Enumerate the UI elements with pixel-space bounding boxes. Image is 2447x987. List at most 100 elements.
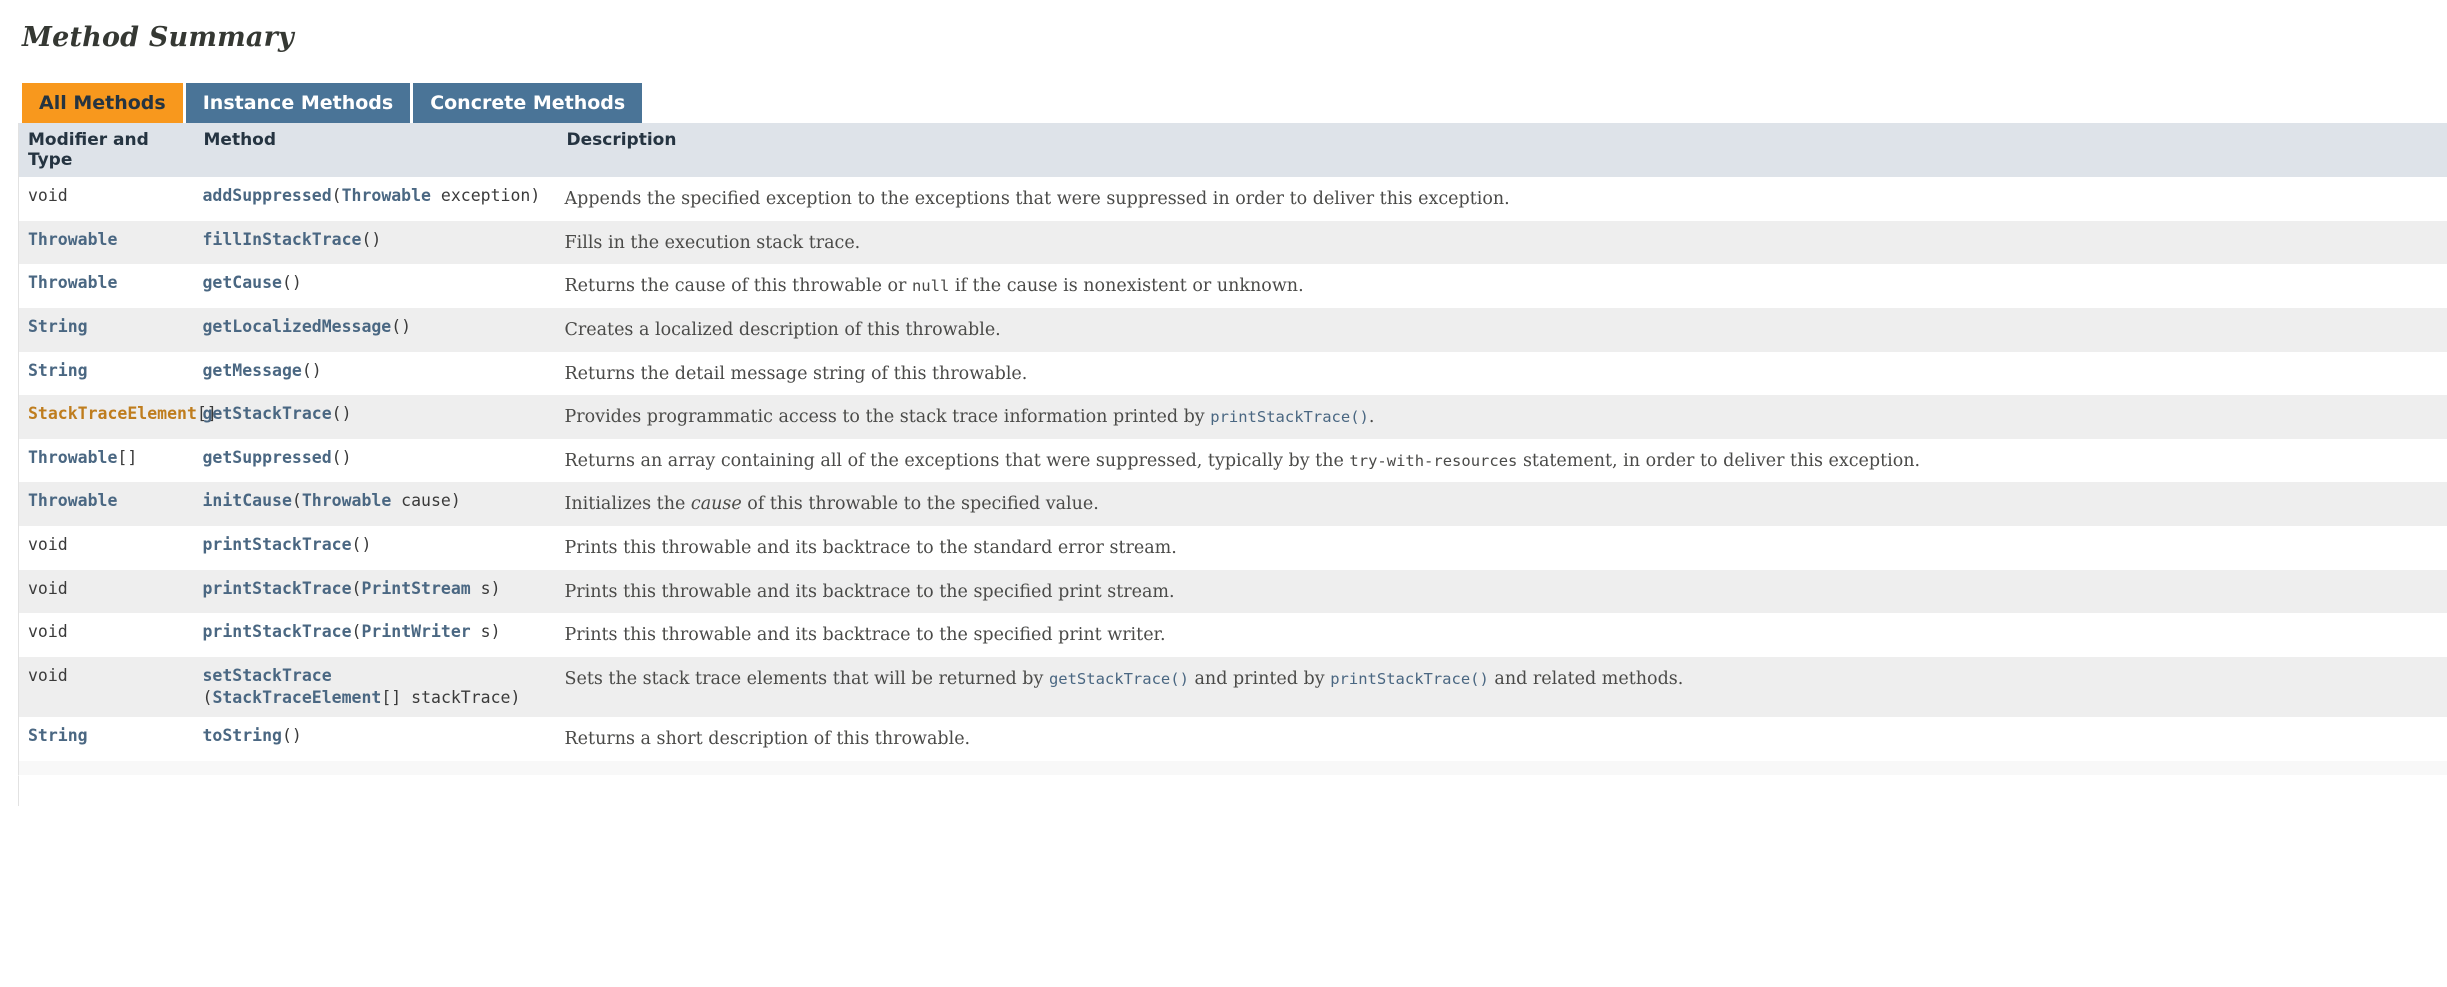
page-title: Method Summary xyxy=(22,22,294,53)
method-signature-wrapped: (StackTraceElement[] stackTrace) xyxy=(202,687,521,707)
return-type-link[interactable]: Throwable xyxy=(28,491,117,510)
description-method-link[interactable]: getStackTrace() xyxy=(1049,670,1189,688)
method-link[interactable]: printStackTrace xyxy=(203,579,352,598)
method-link[interactable]: initCause xyxy=(203,491,292,510)
cell-method: getMessage() xyxy=(194,351,558,396)
description-text: Fills in the execution stack trace. xyxy=(564,232,861,253)
method-link[interactable]: setStackTrace xyxy=(203,666,332,685)
cell-description: Returns the detail message string of thi… xyxy=(557,351,2447,396)
cell-description: Prints this throwable and its backtrace … xyxy=(557,613,2447,657)
description-text: Appends the specified exception to the e… xyxy=(564,189,1510,209)
return-type-link[interactable]: Throwable xyxy=(28,230,117,249)
return-type-link[interactable]: String xyxy=(28,317,88,336)
table-row: Throwable getCause() Returns the cause of … xyxy=(18,264,2447,308)
parameter-type-link[interactable]: StackTraceElement xyxy=(212,688,381,707)
return-type-text: void xyxy=(28,535,68,554)
cell-method: initCause(Throwable cause) xyxy=(194,482,558,526)
cell-modifier-and-type: void xyxy=(18,569,195,614)
cell-method: getSuppressed() xyxy=(194,438,558,483)
method-summary-page: Method Summary All Methods Instance Meth… xyxy=(0,0,2447,987)
method-link[interactable]: printStackTrace xyxy=(203,535,352,554)
description-text: Sets the stack trace elements that will … xyxy=(564,668,1049,689)
table-row: void printStackTrace(PrintStream s) Prints… xyxy=(18,569,2447,614)
inline-code: try-with-resources xyxy=(1349,451,1518,470)
parameter-type-link[interactable]: Throwable xyxy=(342,186,431,205)
description-text: statement, in order to deliver this exce… xyxy=(1517,450,1921,471)
return-type-text: void xyxy=(28,622,68,642)
cell-modifier-and-type: void xyxy=(18,526,195,570)
cell-description: Appends the specified exception to the e… xyxy=(557,177,2447,221)
parameter-type-link[interactable]: Throwable xyxy=(302,491,391,510)
description-method-link[interactable]: printStackTrace() xyxy=(1330,670,1489,688)
cell-description: Provides programmatic access to the stac… xyxy=(557,395,2447,439)
inline-code: null xyxy=(911,277,950,296)
table-row: Throwable initCause(Throwable cause) Initi… xyxy=(18,482,2447,526)
method-link[interactable]: toString xyxy=(203,726,282,745)
description-text: Returns a short description of this thro… xyxy=(564,729,971,750)
method-link[interactable]: getSuppressed xyxy=(203,448,332,467)
cell-modifier-and-type: String xyxy=(18,351,195,396)
page-bottom-filler xyxy=(18,775,2447,807)
tab-instance-methods[interactable]: Instance Methods xyxy=(185,83,411,123)
column-header-modifier-and-type[interactable]: Modifier and Type xyxy=(18,123,195,177)
table-row: Throwable[] getSuppressed() Returns an arr… xyxy=(18,438,2447,483)
return-type-link[interactable]: String xyxy=(28,726,88,745)
method-link[interactable]: getStackTrace xyxy=(203,404,332,423)
table-body: void addSuppressed(Throwable exception) Ap… xyxy=(18,177,2447,762)
table-header-row: Modifier and Type Method Description xyxy=(18,123,2447,177)
column-header-description[interactable]: Description xyxy=(557,123,2447,177)
method-link[interactable]: fillInStackTrace xyxy=(203,230,362,249)
table-row: void printStackTrace() Prints this throwab… xyxy=(18,526,2447,570)
parameter-type-link[interactable]: PrintStream xyxy=(361,579,470,598)
cell-description: Prints this throwable and its backtrace … xyxy=(557,569,2447,614)
cell-method: printStackTrace() xyxy=(194,526,558,570)
parameter-name: stackTrace xyxy=(401,687,511,707)
tab-concrete-methods[interactable]: Concrete Methods xyxy=(413,83,643,123)
description-text: Initializes the xyxy=(564,494,691,515)
cell-description: Returns a short description of this thro… xyxy=(557,717,2447,762)
return-type-link[interactable]: String xyxy=(28,361,88,380)
table-row: void printStackTrace(PrintWriter s) Prints… xyxy=(18,613,2447,657)
cell-description: Returns an array containing all of the e… xyxy=(557,438,2447,483)
tab-all-methods[interactable]: All Methods xyxy=(22,83,183,123)
cell-method: printStackTrace(PrintWriter s) xyxy=(194,613,558,657)
return-type-link[interactable]: StackTraceElement xyxy=(28,404,197,423)
cell-method: fillInStackTrace() xyxy=(194,220,558,265)
parameter-name: s xyxy=(470,578,491,598)
cell-method: addSuppressed(Throwable exception) xyxy=(194,177,558,221)
emphasis-text: cause xyxy=(690,494,742,515)
cell-modifier-and-type: StackTraceElement[] xyxy=(18,395,217,439)
cell-method: setStackTrace (StackTraceElement[] stackT… xyxy=(194,656,558,718)
return-type-link[interactable]: Throwable xyxy=(28,273,117,292)
description-text: if the cause is nonexistent or unknown. xyxy=(949,276,1304,297)
description-method-link[interactable]: printStackTrace() xyxy=(1210,408,1369,426)
column-header-method[interactable]: Method xyxy=(194,123,558,177)
cell-description: Initializes the cause of this throwable … xyxy=(557,482,2447,526)
parameter-name: s xyxy=(470,622,491,642)
table-row: StackTraceElement[]getStackTrace() Provid… xyxy=(18,395,2447,439)
cell-modifier-and-type: Throwable xyxy=(18,220,195,265)
cell-description: Sets the stack trace elements that will … xyxy=(557,656,2447,718)
method-link[interactable]: getLocalizedMessage xyxy=(203,317,392,336)
description-text: . xyxy=(1368,407,1375,428)
cell-modifier-and-type: Throwable xyxy=(18,482,195,526)
cell-modifier-and-type: Throwable[] xyxy=(18,438,195,483)
parameter-type-link[interactable]: PrintWriter xyxy=(361,622,470,641)
method-link[interactable]: getCause xyxy=(203,273,282,292)
cell-modifier-and-type: String xyxy=(18,307,195,352)
cell-method: getStackTrace() xyxy=(194,395,558,439)
cell-modifier-and-type: void xyxy=(18,613,195,657)
return-type-text: void xyxy=(28,578,68,598)
table-row: String getMessage() Returns the detail mes… xyxy=(18,351,2447,396)
parameter-name: exception xyxy=(430,186,531,205)
description-text: and related methods. xyxy=(1488,668,1684,689)
table-row: String getLocalizedMessage() Creates a loc… xyxy=(18,307,2447,352)
method-link[interactable]: getMessage xyxy=(203,361,302,380)
method-link[interactable]: addSuppressed xyxy=(203,186,332,205)
cell-modifier-and-type: void xyxy=(18,656,195,718)
cell-method: toString() xyxy=(194,717,558,762)
description-text: Creates a localized description of this … xyxy=(564,319,1001,340)
method-link[interactable]: printStackTrace xyxy=(203,622,352,641)
return-type-link[interactable]: Throwable xyxy=(28,448,117,467)
cell-method: getLocalizedMessage() xyxy=(194,307,558,352)
